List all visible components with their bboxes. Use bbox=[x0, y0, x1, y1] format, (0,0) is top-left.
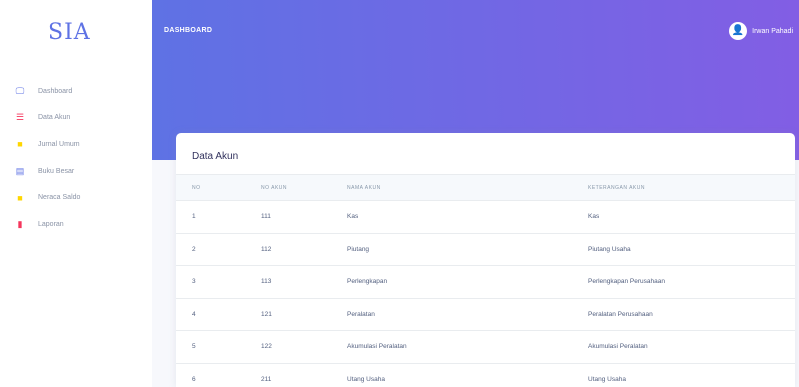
sidebar-item-laporan[interactable]: ▮ Laporan bbox=[12, 211, 80, 238]
table-cell: Kas bbox=[588, 200, 795, 234]
sidebar-item-label: Neraca Saldo bbox=[38, 194, 81, 202]
table-row: 1 111 Kas Kas bbox=[176, 200, 795, 234]
table-row: 2 112 Piutang Piutang Usaha bbox=[176, 233, 795, 266]
table-cell: 113 bbox=[261, 265, 347, 299]
table-cell: Akumulasi Peralatan bbox=[347, 330, 588, 364]
accounts-table: NO NO AKUN NAMA AKUN KETERANGAN AKUN 1 1… bbox=[176, 174, 795, 387]
table-cell: 4 bbox=[176, 298, 261, 331]
ledger-icon: ▤ bbox=[15, 165, 25, 176]
table-row: 3 113 Perlengkapan Perlengkapan Perusaha… bbox=[176, 265, 795, 299]
sidebar-nav: 🖵 Dashboard ☰ Data Akun ■ Jurnal Umum ▤ … bbox=[12, 78, 81, 238]
column-header: KETERANGAN AKUN bbox=[588, 174, 795, 201]
user-menu[interactable]: 👤 Irwan Pahadi bbox=[729, 22, 793, 40]
table-header-row: NO NO AKUN NAMA AKUN KETERANGAN AKUN bbox=[176, 174, 795, 201]
card-title: Data Akun bbox=[192, 151, 239, 162]
table-cell: Piutang bbox=[347, 233, 588, 266]
user-name: Irwan Pahadi bbox=[752, 27, 793, 35]
list-icon: ☰ bbox=[15, 112, 25, 123]
sidebar-item-data-akun[interactable]: ☰ Data Akun bbox=[12, 105, 80, 132]
sidebar-item-label: Buku Besar bbox=[38, 167, 75, 175]
table-row: 4 121 Peralatan Peralatan Perusahaan bbox=[176, 298, 795, 331]
table-cell: Perlengkapan Perusahaan bbox=[588, 265, 795, 299]
table-cell: 6 bbox=[176, 363, 261, 387]
table-cell: 5 bbox=[176, 330, 261, 364]
table-cell: 211 bbox=[261, 363, 347, 387]
sidebar-item-dashboard[interactable]: 🖵 Dashboard bbox=[12, 78, 80, 105]
table-cell: Akumulasi Peralatan bbox=[588, 330, 795, 364]
table-cell: Peralatan Perusahaan bbox=[588, 298, 795, 331]
table-cell: Perlengkapan bbox=[347, 265, 588, 299]
table-cell: Utang Usaha bbox=[347, 363, 588, 387]
data-akun-card: Data Akun NO NO AKUN NAMA AKUN KETERANGA… bbox=[176, 133, 795, 387]
table-row: 5 122 Akumulasi Peralatan Akumulasi Pera… bbox=[176, 330, 795, 364]
table-cell: 1 bbox=[176, 200, 261, 234]
table-cell: Peralatan bbox=[347, 298, 588, 331]
table-cell: 111 bbox=[261, 200, 347, 234]
table-cell: Utang Usaha bbox=[588, 363, 795, 387]
sidebar: SIA 🖵 Dashboard ☰ Data Akun ■ Jurnal Umu… bbox=[0, 0, 152, 387]
table-cell: 122 bbox=[261, 330, 347, 364]
table-cell: 112 bbox=[261, 233, 347, 266]
column-header: NO AKUN bbox=[261, 174, 347, 201]
sidebar-item-buku-besar[interactable]: ▤ Buku Besar bbox=[12, 158, 80, 185]
sidebar-item-neraca-saldo[interactable]: ■ Neraca Saldo bbox=[12, 184, 80, 211]
sidebar-item-label: Laporan bbox=[38, 220, 64, 228]
column-header: NAMA AKUN bbox=[347, 174, 588, 201]
table-cell: 2 bbox=[176, 233, 261, 266]
sidebar-item-label: Jurnal Umum bbox=[38, 140, 80, 148]
user-icon: 👤 bbox=[731, 25, 745, 36]
table-cell: Kas bbox=[347, 200, 588, 234]
table-cell: 121 bbox=[261, 298, 347, 331]
avatar: 👤 bbox=[729, 22, 748, 40]
sidebar-item-jurnal-umum[interactable]: ■ Jurnal Umum bbox=[12, 131, 80, 158]
sidebar-item-label: Data Akun bbox=[38, 114, 71, 122]
column-header: NO bbox=[176, 174, 261, 201]
page-title[interactable]: DASHBOARD bbox=[164, 27, 212, 34]
table-cell: Piutang Usaha bbox=[588, 233, 795, 266]
app-logo[interactable]: SIA bbox=[48, 20, 91, 45]
table-row: 6 211 Utang Usaha Utang Usaha bbox=[176, 363, 795, 387]
table-cell: 3 bbox=[176, 265, 261, 299]
report-icon: ▮ bbox=[17, 218, 23, 229]
monitor-icon: 🖵 bbox=[15, 85, 25, 96]
scale-icon: ■ bbox=[17, 192, 23, 203]
sidebar-item-label: Dashboard bbox=[38, 87, 73, 95]
book-icon: ■ bbox=[17, 139, 23, 150]
